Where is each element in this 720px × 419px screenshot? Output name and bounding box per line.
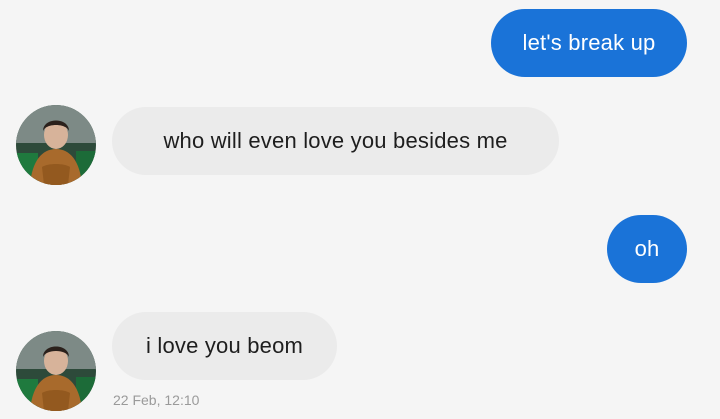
incoming-message-bubble[interactable]: i love you beom (112, 312, 337, 380)
contact-avatar-icon[interactable] (16, 331, 96, 411)
chat-thread: let's break up who will even love you be… (0, 0, 720, 419)
outgoing-message-bubble[interactable]: oh (607, 215, 687, 283)
outgoing-message-bubble[interactable]: let's break up (491, 9, 687, 77)
contact-avatar-icon[interactable] (16, 105, 96, 185)
message-text: who will even love you besides me (163, 128, 508, 153)
message-text: i love you beom (145, 333, 304, 358)
message-timestamp: 22 Feb, 12:10 (113, 392, 200, 408)
incoming-message-bubble[interactable]: who will even love you besides me (112, 107, 559, 175)
message-text: oh (634, 236, 660, 261)
message-text: let's break up (522, 30, 656, 55)
